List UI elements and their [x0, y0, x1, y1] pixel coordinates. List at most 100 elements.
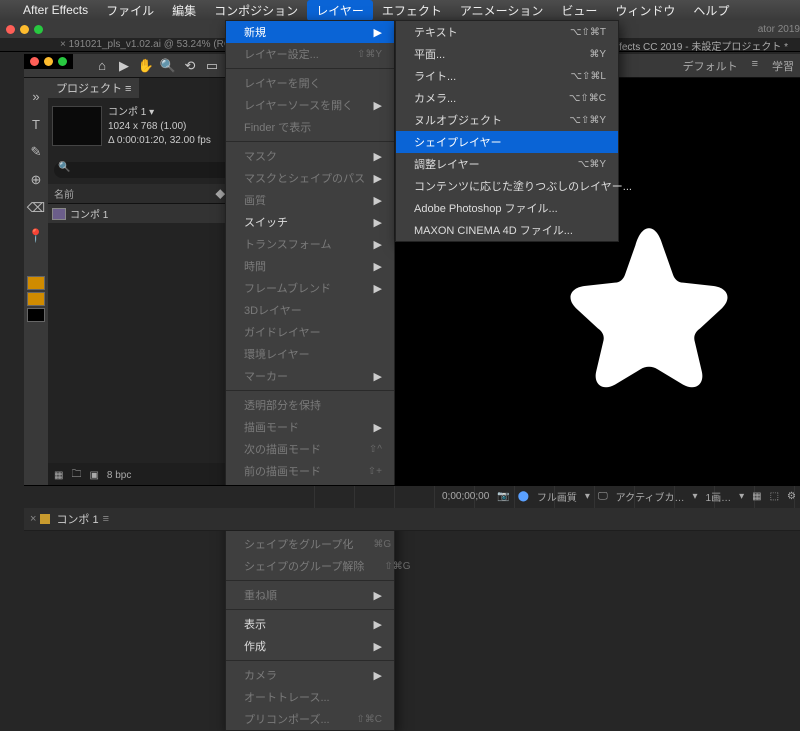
menubar-animation[interactable]: アニメーション [451, 0, 553, 21]
menu-item[interactable]: 作成▶ [226, 635, 394, 657]
menu-item[interactable]: テキスト⌥⇧⌘T [396, 21, 618, 43]
workspace-switcher[interactable]: デフォルト ≡ 学習 [683, 58, 794, 74]
project-search[interactable] [54, 162, 238, 178]
project-panel: プロジェクト ≡ コンポ 1 ▾ 1024 x 768 (1.00) Δ 0:0… [48, 78, 244, 488]
color-swatches[interactable] [27, 276, 45, 322]
min-dot[interactable] [44, 57, 53, 66]
layer-menu[interactable]: 新規▶レイヤー設定...⇧⌘Yレイヤーを開くレイヤーソースを開く▶Finder … [225, 20, 395, 731]
menu-item: シェイプのグループ解除⇧⌘G [226, 555, 394, 577]
timeline-track[interactable]: × コンポ 1 ≡ [24, 508, 800, 530]
menu-item[interactable]: MAXON CINEMA 4D ファイル... [396, 219, 618, 241]
layer-new-submenu[interactable]: テキスト⌥⇧⌘T平面...⌘Yライト...⌥⇧⌘Lカメラ...⌥⇧⌘Cヌルオブジ… [395, 20, 619, 242]
menu-item: 重ね順▶ [226, 584, 394, 606]
bg-swatch[interactable] [27, 308, 45, 322]
menu-item[interactable]: カメラ...⌥⇧⌘C [396, 87, 618, 109]
min-dot[interactable] [20, 25, 29, 34]
comp-thumbnail[interactable] [52, 106, 102, 146]
comp-info: コンポ 1 ▾ 1024 x 768 (1.00) Δ 0:00:01:20, … [48, 98, 244, 156]
stroke-swatch[interactable] [27, 292, 45, 306]
home-icon[interactable]: ⌂ [92, 56, 112, 76]
stamp-tool-icon[interactable]: ⊕ [26, 170, 46, 190]
menubar-window[interactable]: ウィンドウ [606, 0, 684, 21]
workspace-menu-icon[interactable]: ≡ [752, 58, 758, 74]
comp-duration: Δ 0:00:01:20, 32.00 fps [108, 134, 211, 148]
menu-item[interactable]: コンテンツに応じた塗りつぶしのレイヤー... [396, 175, 618, 197]
menubar-edit[interactable]: 編集 [163, 0, 205, 21]
views-select[interactable]: 1画… [706, 489, 732, 504]
timeline-header: 0;00;00;00 📷 ⬤ フル画質 ▾ 🖵 アクティブカ… ▾ 1画… ▾ … [24, 486, 800, 508]
max-dot[interactable] [34, 25, 43, 34]
menu-item[interactable]: 新規▶ [226, 21, 394, 43]
snapshot-icon[interactable]: 📷 [497, 491, 509, 502]
timecode[interactable]: 0;00;00;00 [442, 491, 489, 502]
close-dot[interactable] [6, 25, 15, 34]
close-dot[interactable] [30, 57, 39, 66]
menubar-view[interactable]: ビュー [552, 0, 606, 21]
menubar-layer[interactable]: レイヤー [307, 0, 373, 21]
menu-item[interactable]: Adobe Photoshop ファイル... [396, 197, 618, 219]
workspace-learn[interactable]: 学習 [772, 58, 794, 74]
display-icon[interactable]: 🖵 [598, 491, 608, 502]
menu-item: 環境レイヤー [226, 343, 394, 365]
menu-item[interactable]: シェイプレイヤー [396, 131, 618, 153]
chevron-icon[interactable]: » [26, 86, 46, 106]
timeline-comp-name: コンポ 1 [56, 511, 98, 527]
new-comp-icon[interactable]: ▣ [89, 470, 98, 481]
menu-item: トランスフォーム▶ [226, 233, 394, 255]
folder-icon[interactable]: 🗀 [71, 467, 81, 484]
eraser-tool-icon[interactable]: ⌫ [26, 198, 46, 218]
menu-item: 時間▶ [226, 255, 394, 277]
menu-item: マーカー▶ [226, 365, 394, 387]
menu-item[interactable]: ライト...⌥⇧⌘L [396, 65, 618, 87]
menu-item: オートトレース... [226, 686, 394, 708]
brush-tool-icon[interactable]: ✎ [26, 142, 46, 162]
menubar-file[interactable]: ファイル [97, 0, 163, 21]
timeline-panel: 0;00;00;00 📷 ⬤ フル画質 ▾ 🖵 アクティブカ… ▾ 1画… ▾ … [24, 485, 800, 531]
traffic-lights [6, 25, 43, 34]
channel-icon[interactable]: ⬤ [518, 491, 529, 502]
left-toolbar: » T ✎ ⊕ ⌫ 📍 [24, 78, 48, 488]
comp-dims: 1024 x 768 (1.00) [108, 120, 211, 134]
comp-name[interactable]: コンポ 1 ▾ [108, 106, 154, 120]
interpret-icon[interactable]: ▦ [54, 470, 63, 481]
menubar-composition[interactable]: コンポジション [205, 0, 307, 21]
menu-item[interactable]: 表示▶ [226, 613, 394, 635]
mask-icon[interactable]: ⬚ [770, 491, 779, 502]
bpc-label[interactable]: 8 bpc [107, 470, 131, 481]
menu-item[interactable]: 調整レイヤー⌥⌘Y [396, 153, 618, 175]
bg-app-title: ator 2019 [758, 24, 800, 35]
menu-item: マスク▶ [226, 145, 394, 167]
fill-swatch[interactable] [27, 276, 45, 290]
max-dot[interactable] [58, 57, 67, 66]
menu-item[interactable]: スイッチ▶ [226, 211, 394, 233]
menubar-help[interactable]: ヘルプ [684, 0, 738, 21]
grid-icon[interactable]: ▦ [752, 491, 761, 502]
hand-tool-icon[interactable]: ✋ [136, 56, 156, 76]
menu-item: 3Dレイヤー [226, 299, 394, 321]
menu-item[interactable]: 平面...⌘Y [396, 43, 618, 65]
pin-tool-icon[interactable]: 📍 [26, 226, 46, 246]
menu-item: プリコンポーズ...⇧⌘C [226, 708, 394, 730]
type-tool-icon[interactable]: T [26, 114, 46, 134]
active-camera[interactable]: アクティブカ… [616, 489, 685, 504]
3d-icon[interactable]: ⚙ [787, 491, 796, 502]
quality-select[interactable]: フル画質 [537, 489, 577, 504]
menubar-effect[interactable]: エフェクト [373, 0, 451, 21]
zoom-tool-icon[interactable]: 🔍 [158, 56, 178, 76]
menubar-app[interactable]: After Effects [14, 1, 97, 19]
menu-item: シェイプをグループ化⌘G [226, 533, 394, 555]
menu-item: 前の描画モード⇧+ [226, 460, 394, 482]
workspace-default[interactable]: デフォルト [683, 58, 738, 74]
project-row[interactable]: コンポ 1 [48, 204, 244, 223]
selection-tool-icon[interactable]: ▶ [114, 56, 134, 76]
project-columns[interactable]: 名前 ◆ タ [48, 184, 244, 204]
menu-item[interactable]: ヌルオブジェクト⌥⇧⌘Y [396, 109, 618, 131]
orbit-tool-icon[interactable]: ⟲ [180, 56, 200, 76]
menu-item: フレームブレンド▶ [226, 277, 394, 299]
menu-item: ガイドレイヤー [226, 321, 394, 343]
comp-track-icon [40, 514, 50, 524]
col-name[interactable]: 名前 [54, 186, 74, 201]
rect-tool-icon[interactable]: ▭ [202, 56, 222, 76]
comp-icon [52, 208, 66, 220]
project-tab[interactable]: プロジェクト ≡ [48, 78, 139, 98]
